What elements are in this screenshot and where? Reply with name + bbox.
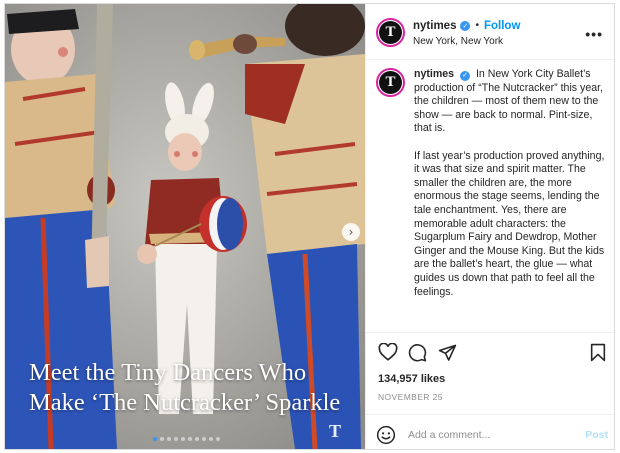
verified-badge-icon: ✓ [460,20,471,31]
carousel-indicator [153,437,220,441]
comment-bar: Post [376,424,608,446]
carousel-dot [160,437,164,441]
separator: • [475,20,479,31]
likes-count[interactable]: 134,957 likes [378,373,445,385]
divider [366,332,614,333]
carousel-dot [181,437,185,441]
divider [366,414,614,415]
avatar[interactable]: T [376,18,405,47]
carousel-dot [174,437,178,441]
instagram-post: Meet the Tiny Dancers Who Make ‘The Nutc… [4,3,615,450]
headline-line-2: Make ‘The Nutcracker’ Sparkle [29,389,341,416]
heart-icon[interactable] [378,343,398,361]
location-link[interactable]: New York, New York [413,36,520,47]
carousel-next-button[interactable]: › [342,223,360,241]
action-bar [378,343,606,363]
carousel-dot [216,437,220,441]
post-side-panel: T nytimes ✓ • Follow New York, New York … [365,4,614,449]
caption-text: nytimes ✓ In New York City Ballet’s prod… [414,68,610,313]
caption-username-link[interactable]: nytimes [414,68,454,80]
post-caption: T nytimes ✓ In New York City Ballet’s pr… [376,68,611,313]
carousel-dot [202,437,206,441]
comment-input[interactable] [408,429,568,441]
post-header: T nytimes ✓ • Follow New York, New York … [376,18,611,50]
username-link[interactable]: nytimes [413,20,456,32]
caption-avatar[interactable]: T [376,68,405,97]
caption-paragraph-2: If last year’s production proved anythin… [414,149,605,298]
carousel-dot [153,437,157,441]
divider [366,59,614,60]
carousel-dot [209,437,213,441]
verified-badge-icon: ✓ [460,70,470,81]
share-icon[interactable] [438,343,457,362]
carousel-dot [167,437,171,441]
post-headline: Meet the Tiny Dancers Who Make ‘The Nutc… [29,358,359,418]
carousel-dot [195,437,199,441]
post-image[interactable]: Meet the Tiny Dancers Who Make ‘The Nutc… [5,4,365,449]
more-horizontal-icon[interactable]: ••• [585,26,603,42]
headline-line-1: Meet the Tiny Dancers Who [29,359,307,386]
chevron-right-icon: › [348,225,354,239]
carousel-dot [188,437,192,441]
bookmark-icon[interactable] [590,343,606,362]
emoji-icon[interactable] [376,425,396,445]
follow-button[interactable]: Follow [484,20,520,32]
post-date[interactable]: NOVEMBER 25 [378,392,443,402]
account-info: nytimes ✓ • Follow New York, New York [413,18,520,50]
comment-icon[interactable] [408,343,427,362]
nyt-logo-watermark: T [329,421,342,441]
post-comment-button[interactable]: Post [585,429,608,441]
